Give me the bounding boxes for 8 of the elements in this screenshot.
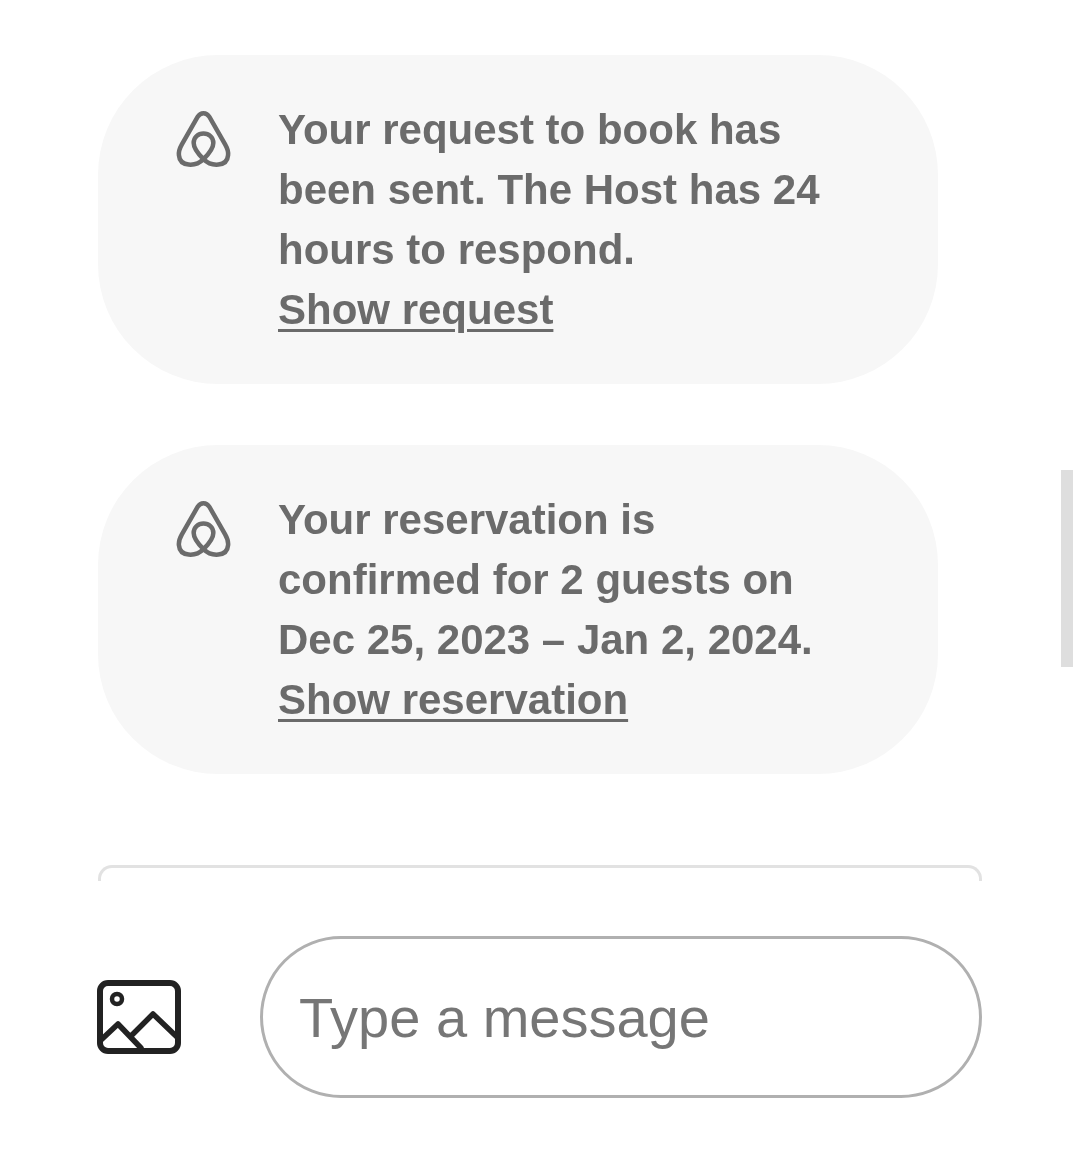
message-link[interactable]: Show reservation bbox=[278, 670, 629, 730]
message-link[interactable]: Show request bbox=[278, 280, 554, 340]
image-icon[interactable] bbox=[97, 980, 181, 1054]
message-text: Your reservation is confirmed for 2 guests on Dec 25, 2023 – Jan 2, 2024. bbox=[278, 495, 814, 665]
message-text: Your request to book has been sent. The Host has 24 hours to respond. bbox=[278, 105, 821, 275]
logo-icon bbox=[175, 110, 232, 169]
logo-icon bbox=[175, 500, 232, 559]
message-input[interactable]: Type a message bbox=[260, 936, 982, 1098]
